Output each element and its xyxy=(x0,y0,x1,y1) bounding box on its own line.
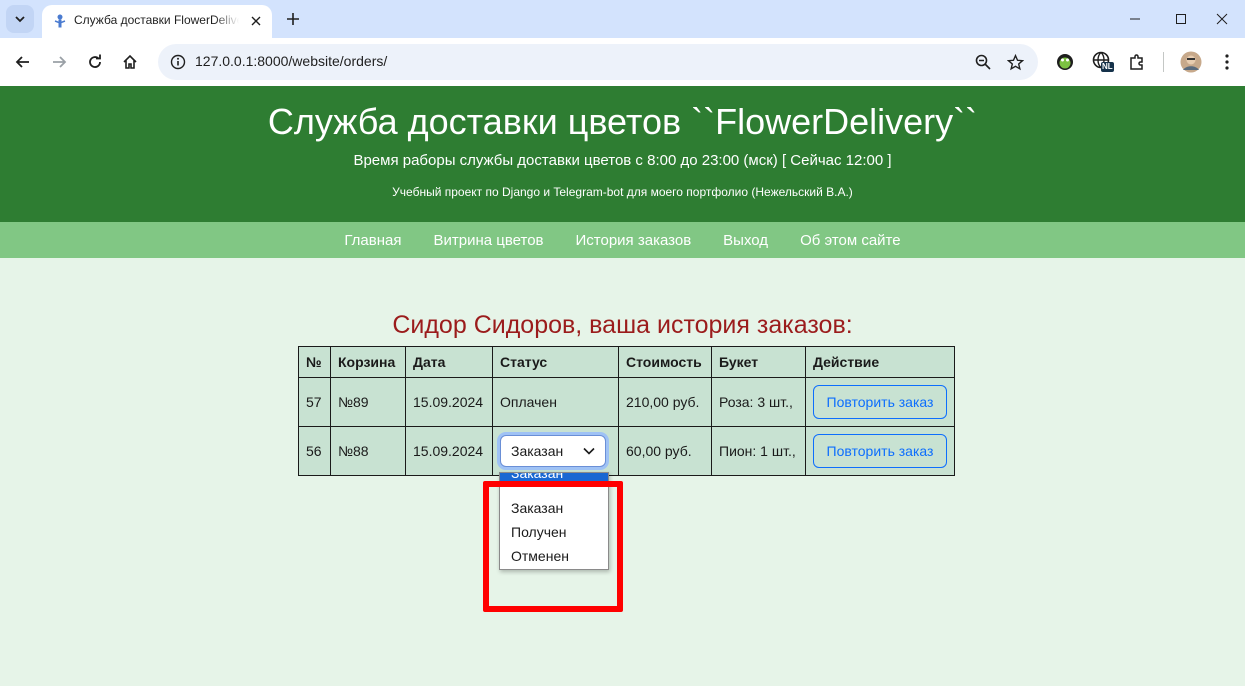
order-date: 15.09.2024 xyxy=(405,426,493,476)
arrow-left-icon xyxy=(15,56,29,68)
working-hours-text: Время раборы службы доставки цветов с 8:… xyxy=(353,152,892,169)
extensions-menu-button[interactable] xyxy=(1125,50,1149,74)
order-cost: 60,00 руб. xyxy=(618,426,712,476)
close-icon xyxy=(251,16,261,26)
zoom-button[interactable] xyxy=(971,50,995,74)
order-cost: 210,00 руб. xyxy=(618,377,712,427)
chevron-down-icon xyxy=(583,447,595,455)
maximize-icon xyxy=(1176,14,1186,24)
reload-icon xyxy=(89,54,101,68)
toolbar-separator xyxy=(1163,52,1164,72)
order-date: 15.09.2024 xyxy=(405,377,493,427)
repeat-order-button[interactable]: Повторить заказ xyxy=(813,385,947,419)
frog-extension-icon xyxy=(1057,54,1073,70)
star-icon xyxy=(1006,53,1024,70)
back-button[interactable] xyxy=(10,49,36,75)
puzzle-icon xyxy=(1130,54,1143,70)
column-header-status: Статус xyxy=(492,346,619,378)
order-bouquet: Роза: 3 шт., xyxy=(711,377,806,427)
site-title: Служба доставки цветов ``FlowerDelivery`… xyxy=(267,101,978,142)
new-tab-button[interactable] xyxy=(282,8,304,30)
column-header-cart: Корзина xyxy=(330,346,406,378)
browser-menu-button[interactable] xyxy=(1215,50,1239,74)
column-header-date: Дата xyxy=(405,346,493,378)
order-status: Оплачен xyxy=(492,377,619,427)
window-close-button[interactable] xyxy=(1199,0,1245,38)
nav-home[interactable]: Главная xyxy=(344,232,401,249)
nav-order-history[interactable]: История заказов xyxy=(576,232,692,249)
browser-tab[interactable]: Служба доставки FlowerDelivery xyxy=(42,5,272,38)
status-select[interactable]: Заказан xyxy=(500,435,606,467)
url-text: 127.0.0.1:8000/website/orders/ xyxy=(195,53,388,69)
order-cart: №88 xyxy=(330,426,406,476)
tab-search-button[interactable] xyxy=(6,5,34,33)
arrow-right-icon xyxy=(53,56,67,68)
home-icon xyxy=(123,54,137,69)
forward-button[interactable] xyxy=(46,49,72,75)
order-number: 56 xyxy=(298,426,331,476)
avatar xyxy=(1180,51,1202,73)
repeat-order-button[interactable]: Повторить заказ xyxy=(813,434,947,468)
nav-logout[interactable]: Выход xyxy=(723,232,768,249)
zoom-out-icon xyxy=(975,54,991,70)
column-header-cost: Стоимость xyxy=(618,346,712,378)
more-vertical-icon xyxy=(1225,54,1229,70)
orders-table: № Корзина Дата Статус Стоимость Букет Де… xyxy=(298,346,955,476)
annotation-highlight-box xyxy=(483,481,623,612)
column-header-action: Действие xyxy=(805,346,955,378)
order-action-cell: Повторить заказ xyxy=(805,426,955,476)
project-note: Учебный проект по Django и Telegram-bot … xyxy=(392,185,853,199)
site-info-button[interactable] xyxy=(166,50,190,74)
browser-tab-bar: Служба доставки FlowerDelivery xyxy=(0,0,1245,38)
table-header-row: № Корзина Дата Статус Стоимость Букет Де… xyxy=(298,346,955,378)
order-status-cell: Заказан xyxy=(492,426,619,476)
table-row: 56 №88 15.09.2024 Заказан 60,00 руб. Пио… xyxy=(298,426,955,476)
site-header: Служба доставки цветов ``FlowerDelivery`… xyxy=(0,86,1245,222)
nav-flower-showcase[interactable]: Витрина цветов xyxy=(433,232,543,249)
minimize-icon xyxy=(1130,18,1140,20)
close-icon xyxy=(1216,13,1228,25)
status-select-value: Заказан xyxy=(511,443,564,459)
address-bar[interactable]: 127.0.0.1:8000/website/orders/ xyxy=(158,44,1038,80)
info-icon xyxy=(170,54,186,70)
maximize-button[interactable] xyxy=(1158,0,1204,38)
order-bouquet: Пион: 1 шт., xyxy=(711,426,806,476)
minimize-button[interactable] xyxy=(1112,0,1158,38)
main-nav: Главная Витрина цветов История заказов В… xyxy=(0,222,1245,258)
order-number: 57 xyxy=(298,377,331,427)
page-title: Сидор Сидоров, ваша история заказов: xyxy=(392,311,853,339)
bookmark-button[interactable] xyxy=(1003,50,1027,74)
tab-close-button[interactable] xyxy=(247,12,265,30)
extension-frog-button[interactable] xyxy=(1053,50,1077,74)
browser-toolbar: 127.0.0.1:8000/website/orders/ NL xyxy=(0,38,1245,86)
extension-badge: NL xyxy=(1102,62,1113,71)
extension-vpn-button[interactable]: NL xyxy=(1091,50,1115,74)
reload-button[interactable] xyxy=(82,49,108,75)
home-button[interactable] xyxy=(117,49,143,75)
column-header-bouquet: Букет xyxy=(711,346,806,378)
order-action-cell: Повторить заказ xyxy=(805,377,955,427)
plus-icon xyxy=(287,13,299,25)
tab-title: Служба доставки FlowerDelivery xyxy=(74,13,239,27)
column-header-number: № xyxy=(298,346,331,378)
order-cart: №89 xyxy=(330,377,406,427)
table-row: 57 №89 15.09.2024 Оплачен 210,00 руб. Ро… xyxy=(298,377,955,427)
profile-button[interactable] xyxy=(1179,50,1203,74)
site-favicon-icon xyxy=(54,14,66,28)
nav-about[interactable]: Об этом сайте xyxy=(800,232,901,249)
chevron-down-icon xyxy=(15,16,25,23)
